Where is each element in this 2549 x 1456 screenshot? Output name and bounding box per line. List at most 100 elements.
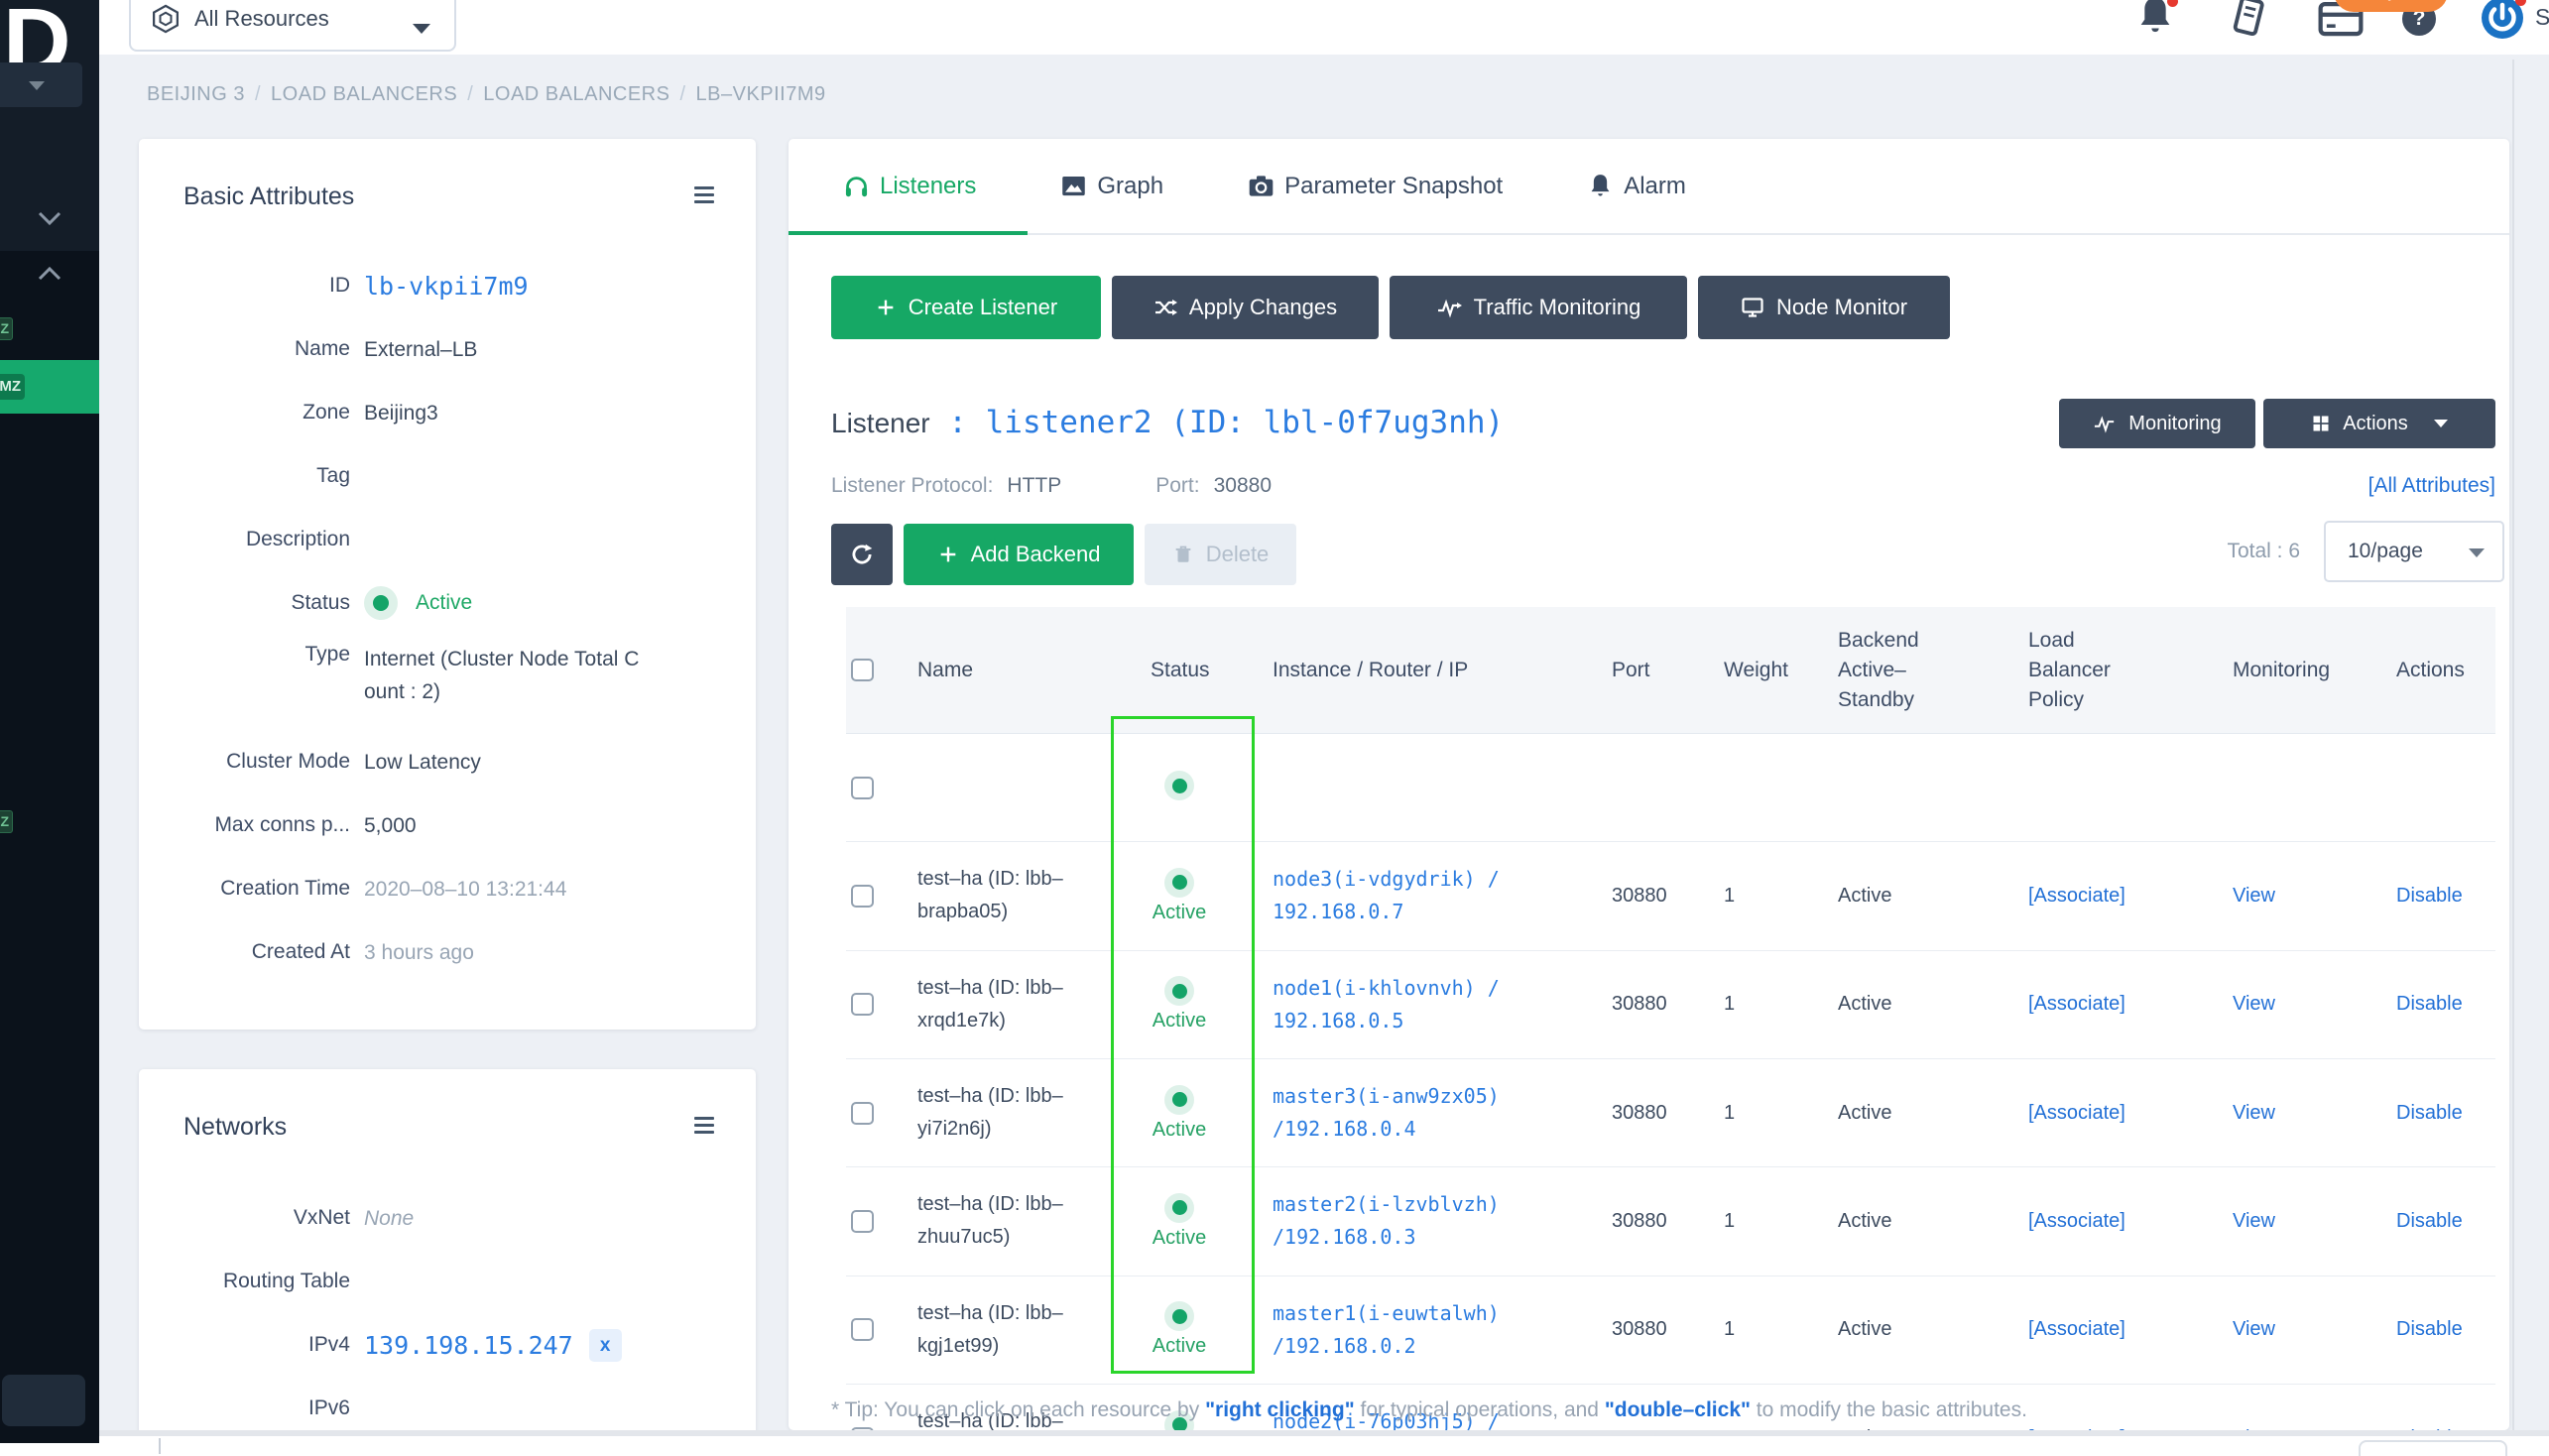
backend-weight: 1	[1724, 1318, 1736, 1341]
breadcrumb-subsection[interactable]: LOAD BALANCERS	[483, 83, 669, 105]
associate-policy-link[interactable]: [Associate]	[2028, 1210, 2125, 1232]
instance-link[interactable]: master3(i-anw9zx05)/192.168.0.4	[1243, 1080, 1582, 1146]
instance-link[interactable]: node3(i-vdgydrik) /192.168.0.7	[1243, 863, 1582, 928]
listener-id[interactable]: : listener2 (ID: lbl-0f7ug3nh)	[930, 405, 1504, 440]
backend-toolbar: Add Backend Delete Total : 6 10/page	[831, 521, 2504, 585]
scrollbar-nub[interactable]	[159, 1438, 161, 1454]
tab-alarm[interactable]: Alarm	[1587, 173, 1686, 200]
attr-label: Zone	[303, 401, 350, 424]
table-row	[846, 734, 2495, 843]
per-page-select[interactable]: 10/page	[2324, 521, 2504, 582]
total-count: Total : 6	[2227, 540, 2300, 562]
row-checkbox[interactable]	[851, 884, 874, 908]
select-all-checkbox[interactable]	[851, 659, 874, 681]
backend-weight: 1	[1724, 884, 1736, 907]
ipv4-link[interactable]: 139.198.15.247	[364, 1329, 573, 1362]
node-monitor-button[interactable]: Node Monitor	[1698, 276, 1950, 339]
refresh-button[interactable]	[831, 524, 893, 585]
chevron-down-icon	[413, 24, 430, 34]
view-monitoring-link[interactable]: View	[2233, 993, 2275, 1015]
disable-action-link[interactable]: Disable	[2396, 993, 2463, 1015]
bottom-right-button[interactable]	[2359, 1440, 2507, 1456]
headphones-icon	[845, 177, 868, 197]
instance-link[interactable]: node1(i-khlovnvh) /192.168.0.5	[1243, 972, 1582, 1037]
attr-label: Creation Time	[220, 877, 350, 900]
instance-link[interactable]: master2(i-lzvblvzh)/192.168.0.3	[1243, 1188, 1582, 1254]
view-monitoring-link[interactable]: View	[2233, 1318, 2275, 1340]
row-checkbox[interactable]	[851, 993, 874, 1017]
tab-graph[interactable]: Graph	[1060, 173, 1163, 200]
backend-active-standby: Active	[1838, 993, 1892, 1016]
pulse-icon	[1437, 299, 1462, 318]
chevron-down-icon	[2469, 548, 2485, 557]
docs-ticket-icon[interactable]	[2228, 0, 2269, 40]
sidebar-bottom-button[interactable]	[2, 1375, 85, 1426]
sidebar-zone-select[interactable]	[0, 62, 82, 107]
view-monitoring-link[interactable]: View	[2233, 1210, 2275, 1232]
lb-id-link[interactable]: lb-vkpii7m9	[364, 270, 529, 303]
row-checkbox[interactable]	[851, 1101, 874, 1125]
status-badge: Active	[1153, 1084, 1206, 1142]
sidebar-item-active[interactable]: MZ	[0, 360, 99, 414]
panel-menu-icon[interactable]	[694, 1117, 714, 1138]
sidebar-item-zone-badge[interactable]: Z	[0, 317, 13, 340]
account-logo-icon[interactable]	[2482, 0, 2523, 39]
actions-button[interactable]: Actions	[2263, 399, 2495, 448]
attr-row-creation-time: Creation Time 2020–08–10 13:21:44	[139, 857, 756, 920]
delete-button[interactable]: Delete	[1145, 524, 1296, 585]
sidebar: D Z MZ Z	[0, 0, 99, 1443]
listener-heading: Listener : listener2 (ID: lbl-0f7ug3nh)	[831, 405, 1504, 440]
backend-port: 30880	[1612, 1209, 1667, 1232]
backend-weight: 1	[1724, 993, 1736, 1016]
row-checkbox[interactable]	[851, 776, 874, 799]
traffic-monitoring-button[interactable]: Traffic Monitoring	[1390, 276, 1687, 339]
associate-policy-link[interactable]: [Associate]	[2028, 993, 2125, 1015]
attr-label: VxNet	[293, 1206, 350, 1229]
view-monitoring-link[interactable]: View	[2233, 885, 2275, 907]
instance-link[interactable]: master1(i-euwtalwh)/192.168.0.2	[1243, 1297, 1582, 1363]
backend-weight: 1	[1724, 1101, 1736, 1124]
plus-icon	[940, 546, 955, 562]
associate-policy-link[interactable]: [Associate]	[2028, 1102, 2125, 1124]
associate-policy-link[interactable]: [Associate]	[2028, 885, 2125, 907]
disable-action-link[interactable]: Disable	[2396, 1102, 2463, 1124]
backend-active-standby: Active	[1838, 1101, 1892, 1124]
backend-active-standby: Active	[1838, 1318, 1892, 1341]
row-checkbox[interactable]	[851, 1209, 874, 1233]
attr-value: 2020–08–10 13:21:44	[364, 877, 567, 901]
resource-scope-select[interactable]: All Resources	[129, 0, 456, 52]
networks-panel: Networks VxNet None Routing Table IPv4 1…	[139, 1069, 756, 1456]
chevron-up-icon[interactable]	[37, 265, 62, 283]
coupons-badge[interactable]: Coupons	[2334, 0, 2448, 12]
disable-action-link[interactable]: Disable	[2396, 1318, 2463, 1340]
all-attributes-link[interactable]: [All Attributes]	[2368, 474, 2495, 498]
monitoring-button[interactable]: Monitoring	[2059, 399, 2255, 448]
status-dot-icon	[364, 586, 398, 620]
remove-ipv4-button[interactable]: x	[588, 1328, 622, 1362]
chevron-down-icon[interactable]	[37, 209, 62, 227]
breadcrumb-zone[interactable]: BEIJING 3	[147, 83, 245, 105]
row-checkbox[interactable]	[851, 1318, 874, 1342]
disable-action-link[interactable]: Disable	[2396, 1210, 2463, 1232]
status-badge: Active	[1153, 976, 1206, 1032]
attr-value: External–LB	[364, 337, 478, 361]
attr-label: Type	[304, 643, 350, 666]
apply-changes-button[interactable]: Apply Changes	[1112, 276, 1379, 339]
plus-icon	[878, 300, 894, 315]
disable-action-link[interactable]: Disable	[2396, 885, 2463, 907]
view-monitoring-link[interactable]: View	[2233, 1102, 2275, 1124]
add-backend-button[interactable]: Add Backend	[904, 524, 1134, 585]
attr-row-vxnet: VxNet None	[139, 1186, 756, 1250]
associate-policy-link[interactable]: [Associate]	[2028, 1318, 2125, 1340]
sidebar-item-zone-badge-2[interactable]: Z	[0, 810, 13, 833]
backend-name: test–ha (ID: lbb– xrqd1e7k)	[917, 976, 1063, 1031]
tab-parameter-snapshot[interactable]: Parameter Snapshot	[1248, 173, 1503, 200]
grid-icon	[2313, 416, 2329, 431]
create-listener-button[interactable]: Create Listener	[831, 276, 1101, 339]
account-name[interactable]: Sherlock	[2535, 4, 2549, 31]
tab-listeners[interactable]: Listeners	[843, 173, 976, 200]
panel-menu-icon[interactable]	[694, 186, 714, 207]
status-badge: Active	[1153, 1301, 1206, 1358]
breadcrumb-section[interactable]: LOAD BALANCERS	[271, 83, 457, 105]
attr-label: Created At	[251, 940, 350, 963]
